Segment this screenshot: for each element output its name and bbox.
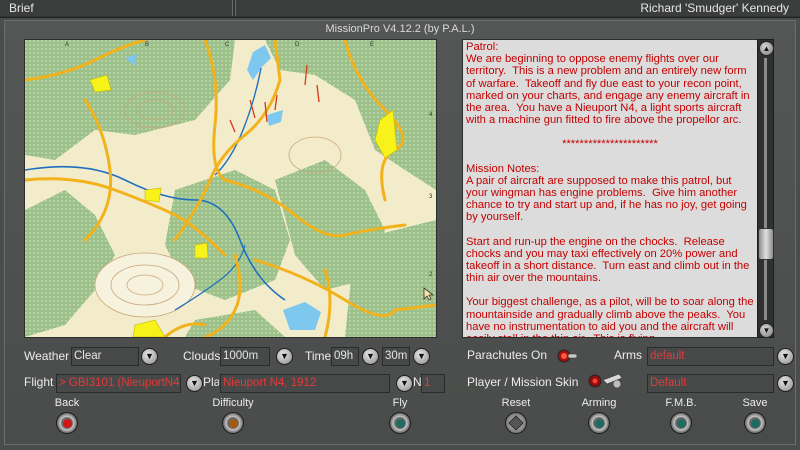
- toggle-switch-icon: [557, 349, 578, 363]
- skin-toggle[interactable]: [585, 370, 625, 392]
- clouds-select[interactable]: 1000m: [220, 347, 270, 366]
- reset-diamond-icon: [508, 415, 524, 431]
- fmb-label: F.M.B.: [665, 397, 697, 409]
- plane-dropdown-icon[interactable]: ▼: [396, 375, 413, 392]
- flight-label: Flight: [24, 375, 54, 389]
- back-label: Back: [54, 397, 80, 409]
- reset-label: Reset: [501, 397, 531, 409]
- arms-select[interactable]: default: [647, 347, 774, 366]
- green-lamp-icon: [677, 419, 686, 428]
- green-lamp-icon: [595, 419, 604, 428]
- weather-label: Weather: [24, 349, 70, 363]
- briefing-paragraph: Your biggest challenge, as a pilot, will…: [466, 296, 754, 337]
- briefing-text: Patrol: We are beginning to oppose enemy…: [462, 39, 758, 338]
- time-hour-dropdown-icon[interactable]: ▼: [362, 348, 379, 365]
- skin-select[interactable]: Default: [647, 374, 774, 393]
- toggle-switch-icon: [588, 373, 623, 389]
- briefing-paragraph: Mission Notes: A pair of aircraft are su…: [466, 162, 747, 224]
- time-hour-select[interactable]: 09h: [331, 347, 359, 366]
- time-label: Time: [305, 349, 332, 363]
- mission-map[interactable]: A B C D E 4 3 2: [24, 39, 437, 338]
- scroll-down-icon[interactable]: ▼: [759, 323, 774, 338]
- scroll-up-icon[interactable]: ▲: [759, 41, 774, 56]
- pilot-name: Richard 'Smudger' Kennedy: [235, 0, 800, 16]
- weather-select[interactable]: Clear: [71, 347, 139, 366]
- difficulty-label: Difficulty: [212, 397, 254, 409]
- arming-button[interactable]: [588, 412, 610, 434]
- flight-select[interactable]: > GBI3101 (NieuportN4: [56, 374, 181, 393]
- back-button[interactable]: [56, 412, 78, 434]
- weather-dropdown-icon[interactable]: ▼: [141, 348, 158, 365]
- scroll-thumb[interactable]: [758, 228, 774, 260]
- fly-label: Fly: [392, 397, 408, 409]
- amber-lamp-icon: [229, 419, 238, 428]
- briefing-scrollbar[interactable]: ▲ ▼: [757, 39, 774, 338]
- plane-label: Plane: [203, 375, 219, 389]
- mouse-cursor-icon: [423, 287, 435, 301]
- arms-label: Arms: [614, 348, 642, 362]
- reset-button[interactable]: [505, 412, 527, 434]
- map-col-label-a: A: [65, 42, 69, 48]
- fly-button[interactable]: [389, 412, 411, 434]
- briefing-paragraph: Patrol: We are beginning to oppose enemy…: [466, 41, 750, 127]
- clouds-label: Clouds: [183, 349, 221, 363]
- window-title: MissionPro V4.12.2 (by P.A.L.): [325, 23, 475, 35]
- briefing-paragraph: Start and run-up the engine on the chock…: [466, 235, 753, 285]
- screen-title: Brief: [0, 0, 233, 16]
- plane-select[interactable]: Nieuport N4, 1912: [220, 374, 390, 393]
- skin-dropdown-icon[interactable]: ▼: [777, 375, 794, 392]
- parachutes-label: Parachutes On: [467, 348, 548, 362]
- red-lamp-icon: [63, 419, 72, 428]
- map-graphic: A B C D E 4 3 2: [25, 40, 436, 337]
- arming-label: Arming: [581, 397, 617, 409]
- save-label: Save: [742, 397, 768, 409]
- time-minute-dropdown-icon[interactable]: ▼: [413, 348, 430, 365]
- green-lamp-icon: [751, 419, 760, 428]
- scroll-track[interactable]: [764, 58, 767, 320]
- parachutes-toggle[interactable]: [556, 346, 578, 366]
- arms-dropdown-icon[interactable]: ▼: [777, 348, 794, 365]
- num-label: Num: [413, 375, 421, 389]
- clouds-dropdown-icon[interactable]: ▼: [276, 348, 293, 365]
- difficulty-button[interactable]: [222, 412, 244, 434]
- flight-dropdown-icon[interactable]: ▼: [186, 375, 203, 392]
- map-col-label-e: E: [370, 42, 374, 48]
- save-button[interactable]: [744, 412, 766, 434]
- time-minute-select[interactable]: 30m: [382, 347, 410, 366]
- green-lamp-icon: [396, 419, 405, 428]
- fmb-button[interactable]: [670, 412, 692, 434]
- map-col-label-b: B: [145, 42, 149, 48]
- skin-label: Player / Mission Skin: [467, 375, 579, 389]
- map-col-label-c: C: [225, 42, 230, 48]
- briefing-separator: **********************: [562, 138, 658, 151]
- map-col-label-d: D: [295, 42, 300, 48]
- num-select[interactable]: 1: [421, 374, 445, 393]
